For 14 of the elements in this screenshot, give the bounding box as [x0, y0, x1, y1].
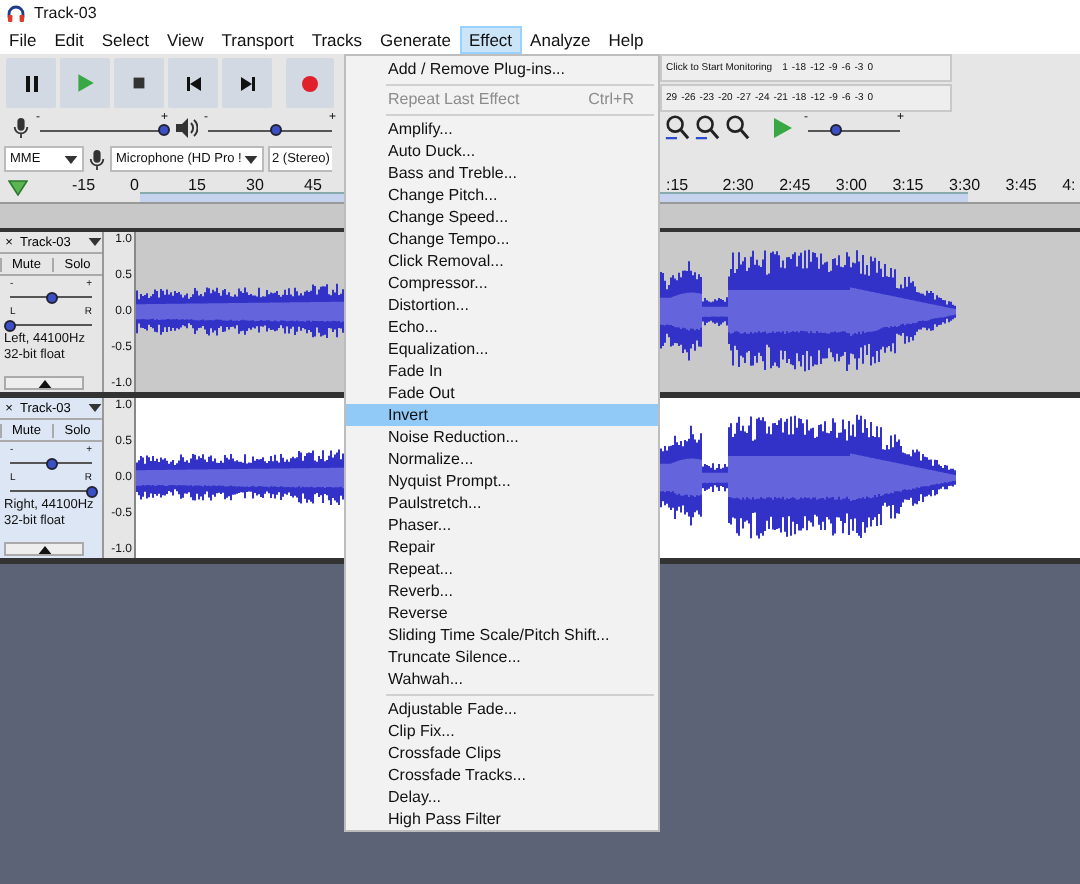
time-label: 3:00 [835, 176, 867, 194]
time-label: 30 [246, 176, 264, 194]
time-label: 2:45 [779, 176, 811, 194]
time-label: 3:45 [1005, 176, 1037, 194]
time-label: :15 [666, 176, 689, 194]
time-label: 0 [130, 176, 139, 194]
time-label: 4: [1062, 176, 1076, 194]
time-label: -15 [72, 176, 96, 194]
window-title: Track-03 [34, 4, 97, 22]
time-label: 15 [188, 176, 206, 194]
time-label: 45 [304, 176, 322, 194]
time-label: 3:30 [949, 176, 981, 194]
time-label: 3:15 [892, 176, 924, 194]
time-label: 2:30 [722, 176, 754, 194]
